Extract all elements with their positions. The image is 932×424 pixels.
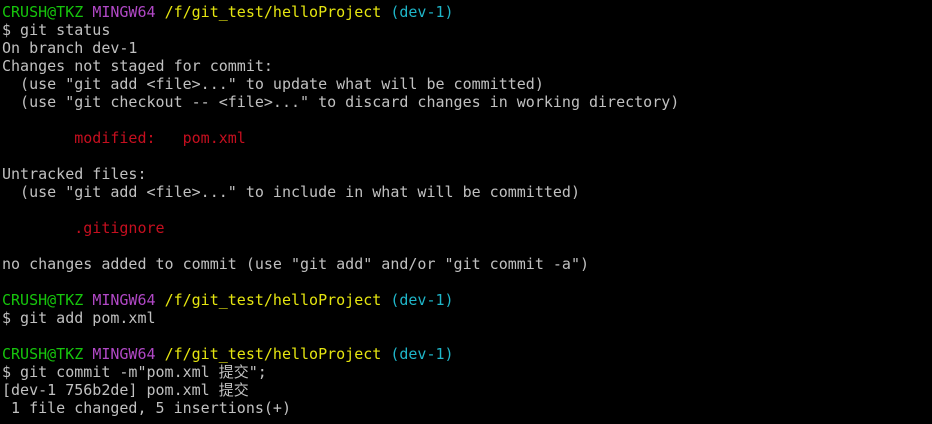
output-modified-entry: modified: pom.xml bbox=[2, 129, 932, 147]
output-commit-result: [dev-1 756b2de] pom.xml 提交 bbox=[2, 381, 249, 399]
prompt-path: /f/git_test/helloProject bbox=[164, 291, 382, 309]
output-not-staged-header: Changes not staged for commit: bbox=[2, 57, 273, 75]
command-git-add: $ git add pom.xml bbox=[2, 309, 156, 327]
prompt-shell: MINGW64 bbox=[92, 345, 156, 363]
terminal-window[interactable]: CRUSH@TKZ MINGW64 /f/git_test/helloProje… bbox=[0, 0, 932, 424]
output-on-branch: On branch dev-1 bbox=[2, 39, 138, 57]
output-untracked-header: Untracked files: bbox=[2, 165, 147, 183]
prompt-line: CRUSH@TKZ MINGW64 /f/git_test/helloProje… bbox=[2, 291, 932, 309]
prompt-branch: (dev-1) bbox=[390, 3, 454, 21]
prompt-shell: MINGW64 bbox=[92, 291, 156, 309]
prompt-branch: (dev-1) bbox=[390, 291, 454, 309]
output-hint-add: (use "git add <file>..." to update what … bbox=[2, 75, 544, 93]
prompt-branch: (dev-1) bbox=[390, 345, 454, 363]
prompt-line: CRUSH@TKZ MINGW64 /f/git_test/helloProje… bbox=[2, 345, 932, 363]
output-untracked-file: .gitignore bbox=[2, 219, 165, 237]
prompt-path: /f/git_test/helloProject bbox=[164, 345, 382, 363]
output-hint-checkout: (use "git checkout -- <file>..." to disc… bbox=[2, 93, 680, 111]
modified-file: pom.xml bbox=[182, 129, 246, 147]
command-git-commit: $ git commit -m"pom.xml 提交"; bbox=[2, 363, 267, 381]
command-git-status: $ git status bbox=[2, 21, 111, 39]
modified-label: modified: bbox=[2, 129, 183, 147]
prompt-shell: MINGW64 bbox=[92, 3, 156, 21]
output-no-changes: no changes added to commit (use "git add… bbox=[2, 255, 589, 273]
output-commit-stats: 1 file changed, 5 insertions(+) bbox=[2, 399, 291, 417]
prompt-path: /f/git_test/helloProject bbox=[164, 3, 382, 21]
prompt-user-host: CRUSH@TKZ bbox=[2, 3, 84, 21]
prompt-line: CRUSH@TKZ MINGW64 /f/git_test/helloProje… bbox=[2, 3, 932, 21]
prompt-user-host: CRUSH@TKZ bbox=[2, 291, 84, 309]
output-hint-include: (use "git add <file>..." to include in w… bbox=[2, 183, 580, 201]
prompt-user-host: CRUSH@TKZ bbox=[2, 345, 84, 363]
